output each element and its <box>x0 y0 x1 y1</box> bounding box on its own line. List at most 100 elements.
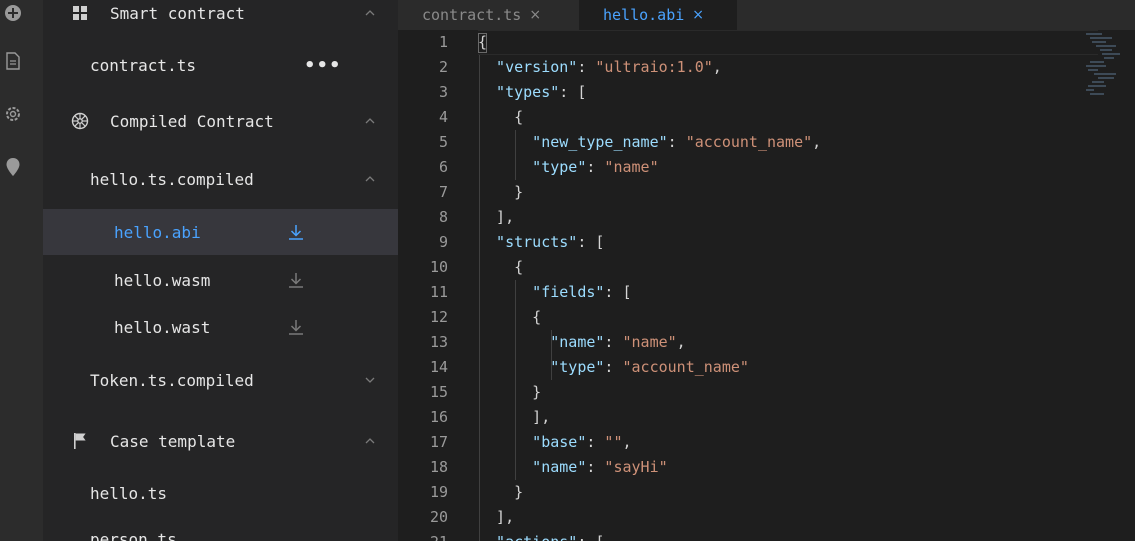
line-number: 12 <box>429 308 448 326</box>
download-icon[interactable] <box>288 318 304 336</box>
minimap-line <box>1086 33 1102 35</box>
location-pin-icon[interactable] <box>3 157 23 177</box>
activity-bar <box>0 0 43 541</box>
wheel-icon <box>70 111 90 131</box>
code-line: ], <box>496 205 514 230</box>
folder-label: hello.ts.compiled <box>90 169 254 189</box>
line-number: 7 <box>438 183 448 201</box>
json-string: "" <box>604 433 623 451</box>
json-punctuation: , <box>712 58 722 76</box>
line-number: 6 <box>438 158 448 176</box>
file-label: hello.abi <box>114 222 201 242</box>
json-punctuation: : [ <box>577 533 604 541</box>
indent-guide <box>515 280 517 480</box>
minimap-line <box>1102 53 1120 55</box>
chevron-up-icon[interactable] <box>364 7 376 19</box>
editor-tab-bar: contract.ts × hello.abi × <box>398 0 1135 30</box>
json-key: "name" <box>550 333 605 351</box>
json-string: "name" <box>604 158 659 176</box>
json-punctuation: ], <box>496 208 515 226</box>
json-string: "sayHi" <box>604 458 668 476</box>
json-punctuation: : [ <box>559 83 587 101</box>
file-item-hello-ts[interactable]: hello.ts <box>43 470 398 516</box>
file-item-contract-ts[interactable]: contract.ts ••• <box>43 42 398 88</box>
code-line: "new_type_name": "account_name", <box>532 130 821 155</box>
folder-item-hello-compiled[interactable]: hello.ts.compiled <box>43 156 398 202</box>
tab-contract-ts[interactable]: contract.ts × <box>398 0 579 30</box>
json-punctuation: : [ <box>577 233 605 251</box>
tab-label: contract.ts <box>422 6 522 24</box>
minimap-line <box>1104 57 1114 59</box>
json-punctuation: } <box>532 383 542 401</box>
json-punctuation: ], <box>496 508 515 526</box>
code-line: "base": "", <box>532 430 631 455</box>
code-line: "type": "name" <box>532 155 658 180</box>
json-punctuation: , <box>676 333 686 351</box>
line-number: 17 <box>429 433 448 451</box>
indent-guide <box>515 130 517 180</box>
code-line: "fields": [ <box>532 280 631 305</box>
line-number: 1 <box>438 33 448 51</box>
minimap-line <box>1098 77 1114 79</box>
minimap-line <box>1100 49 1112 51</box>
json-punctuation: ], <box>532 408 551 426</box>
code-line: } <box>514 480 523 505</box>
tab-hello-abi[interactable]: hello.abi × <box>579 0 737 30</box>
download-icon[interactable] <box>288 223 304 241</box>
code-editor[interactable]: 123456789101112131415161718192021 {"vers… <box>398 30 1135 541</box>
settings-gear-icon[interactable] <box>3 104 23 124</box>
json-string: "account_name" <box>622 358 749 376</box>
minimap-line <box>1090 37 1112 39</box>
file-item-person-ts[interactable]: person.ts <box>43 516 398 541</box>
section-smart-contract[interactable]: Smart contract <box>43 0 398 36</box>
file-item-hello-abi[interactable]: hello.abi <box>43 209 398 255</box>
chevron-up-icon[interactable] <box>364 173 376 185</box>
section-label: Case template <box>110 431 236 451</box>
file-label: hello.wasm <box>114 270 211 290</box>
json-punctuation: { <box>478 33 488 51</box>
line-number: 4 <box>438 108 448 126</box>
json-punctuation: : <box>604 358 623 376</box>
chevron-up-icon[interactable] <box>364 435 376 447</box>
section-case-template[interactable]: Case template <box>43 418 398 464</box>
close-icon[interactable]: × <box>529 7 541 23</box>
code-line: "name": "name", <box>550 330 685 355</box>
section-label: Compiled Contract <box>110 111 274 131</box>
json-punctuation: , <box>622 433 632 451</box>
minimap-line <box>1092 41 1106 43</box>
json-key: "structs" <box>496 233 578 251</box>
close-icon[interactable]: × <box>692 7 704 23</box>
line-number: 11 <box>429 283 448 301</box>
json-key: "fields" <box>532 283 605 301</box>
minimap[interactable] <box>1082 30 1132 100</box>
line-number: 10 <box>429 258 448 276</box>
json-punctuation: { <box>532 308 542 326</box>
file-item-hello-wast[interactable]: hello.wast <box>43 304 398 350</box>
line-number: 13 <box>429 333 448 351</box>
json-punctuation: { <box>514 258 524 276</box>
json-punctuation: } <box>514 183 524 201</box>
code-line: ], <box>496 505 514 530</box>
more-options-icon[interactable]: ••• <box>304 55 342 76</box>
minimap-line <box>1092 81 1104 83</box>
section-label: Smart contract <box>110 3 245 23</box>
json-punctuation: : <box>667 133 686 151</box>
json-string: "account_name" <box>685 133 813 151</box>
folder-item-token-compiled[interactable]: Token.ts.compiled <box>43 357 398 403</box>
line-number: 8 <box>438 208 448 226</box>
add-circle-icon[interactable] <box>3 3 23 23</box>
download-icon[interactable] <box>288 271 304 289</box>
folder-label: Token.ts.compiled <box>90 370 254 390</box>
minimap-line <box>1086 89 1094 91</box>
chevron-up-icon[interactable] <box>364 115 376 127</box>
chevron-down-icon[interactable] <box>364 374 376 386</box>
file-item-hello-wasm[interactable]: hello.wasm <box>43 257 398 303</box>
line-number: 16 <box>429 408 448 426</box>
code-line: "actions": [ <box>496 530 604 541</box>
json-punctuation: : <box>604 333 623 351</box>
file-label: hello.wast <box>114 317 211 337</box>
code-line: { <box>478 30 487 55</box>
section-compiled-contract[interactable]: Compiled Contract <box>43 98 398 144</box>
document-icon[interactable] <box>3 51 23 71</box>
json-punctuation: { <box>514 108 524 126</box>
